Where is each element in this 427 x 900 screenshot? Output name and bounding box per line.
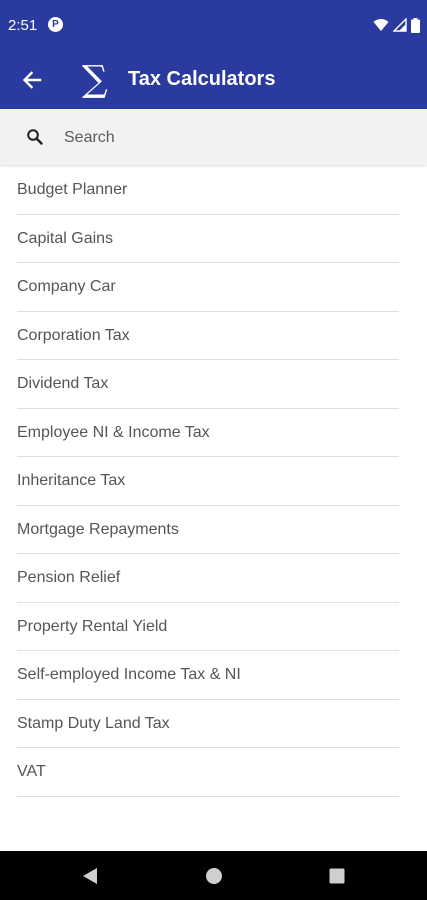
back-triangle-icon [83,868,97,884]
list-item-budget-planner[interactable]: Budget Planner [17,166,399,215]
list-item-employee-ni-income-tax[interactable]: Employee NI & Income Tax [17,409,399,457]
list-item-label: Corporation Tax [17,326,130,344]
list-item-label: Company Car [17,278,116,295]
list-item-corporation-tax[interactable]: Corporation Tax [17,312,399,360]
nav-home-button[interactable] [201,863,227,889]
list-item-label: Stamp Duty Land Tax [17,714,170,732]
list-item-label: Capital Gains [17,229,114,247]
back-button[interactable] [14,64,50,96]
list-item-property-rental-yield[interactable]: Property Rental Yield [17,603,399,651]
list-item-pension-relief[interactable]: Pension Relief [17,554,399,603]
search-bar [0,109,427,165]
list-item-capital-gains[interactable]: Capital Gains [17,215,399,263]
list-item-mortgage-repayments[interactable]: Mortgage Repayments [17,506,399,554]
list-item-label: Property Rental Yield [17,617,168,635]
page-title: Tax Calculators [128,68,276,90]
recents-square-icon [329,868,345,884]
list-item-company-car[interactable]: Company Car [17,263,399,312]
status-icons [373,16,420,34]
list-item-label: Dividend Tax [17,375,109,392]
wifi-icon [373,19,389,31]
list-item-label: Budget Planner [17,181,128,198]
search-icon [27,129,43,145]
list-item-vat[interactable]: VAT [17,748,399,797]
list-item-stamp-duty-land-tax[interactable]: Stamp Duty Land Tax [17,700,399,748]
list-item-inheritance-tax[interactable]: Inheritance Tax [17,457,399,506]
list-item-dividend-tax[interactable]: Dividend Tax [17,360,399,409]
list-item-label: Mortgage Repayments [17,520,179,538]
list-item-label: Pension Relief [17,569,121,586]
app-bar: ∑ Tax Calculators [0,52,427,109]
status-time: 2:51 [8,17,38,34]
nav-back-button[interactable] [77,863,103,889]
notification-app-icon: P [48,17,63,32]
list-item-label: Self-employed Income Tax & NI [17,666,241,683]
calculator-list: Budget Planner Capital Gains Company Car… [0,166,427,797]
battery-icon [411,17,420,33]
status-bar: 2:51 P [0,0,427,52]
sigma-icon: ∑ [82,59,108,100]
nav-recents-button[interactable] [324,863,350,889]
list-item-label: VAT [17,763,46,780]
arrow-left-icon [22,71,42,89]
search-input[interactable] [62,123,406,153]
system-nav-bar [0,851,427,900]
list-item-self-employed-income-tax-ni[interactable]: Self-employed Income Tax & NI [17,651,399,700]
signal-icon [393,18,407,32]
home-circle-icon [206,868,222,884]
list-item-label: Employee NI & Income Tax [17,423,210,441]
list-item-label: Inheritance Tax [17,472,126,489]
